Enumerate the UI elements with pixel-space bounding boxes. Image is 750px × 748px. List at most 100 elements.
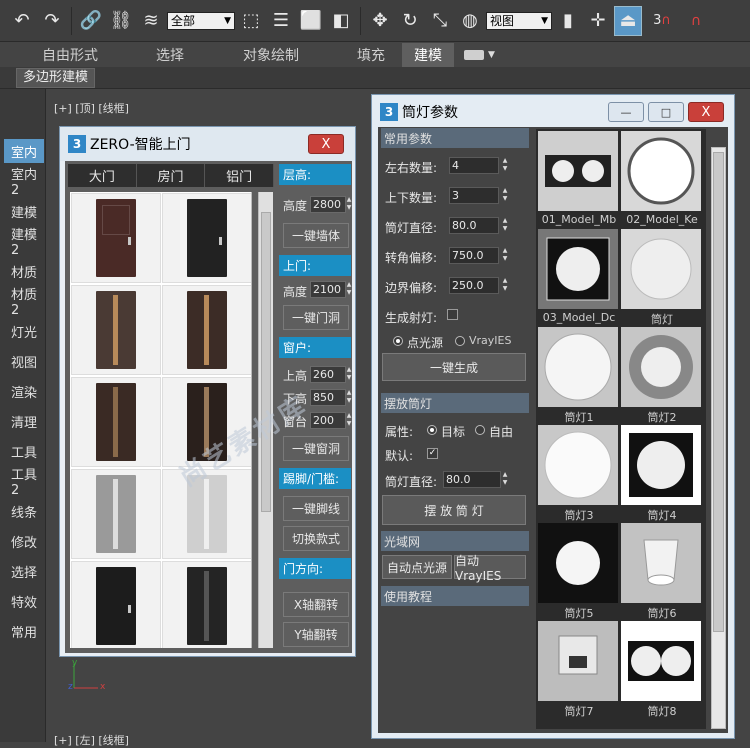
tab-object-paint[interactable]: 对象绘制 [243, 43, 357, 67]
section-tutorial[interactable]: 使用教程 [381, 586, 529, 606]
place-downlight-button[interactable]: 摆 放 筒 灯 [382, 495, 526, 525]
tab-freeform[interactable]: 自由形式 [42, 43, 156, 67]
side-item-effects[interactable]: 特效 [4, 589, 44, 613]
switch-style-button[interactable]: 切换款式 [283, 526, 349, 551]
light-thumbnail[interactable] [538, 327, 618, 407]
link-icon[interactable]: 🔗 [77, 6, 105, 36]
side-item-modify[interactable]: 修改 [4, 529, 44, 553]
one-click-wall-button[interactable]: 一键墙体 [283, 223, 349, 248]
side-item-tools[interactable]: 工具 [4, 439, 44, 463]
target-radio[interactable] [427, 425, 437, 435]
spinner-arrows-icon[interactable]: ▲ ▼ [345, 389, 353, 406]
one-click-generate-button[interactable]: 一键生成 [382, 353, 526, 381]
gen-spotlight-checkbox[interactable] [447, 309, 458, 320]
tab-room-door[interactable]: 房门 [137, 164, 206, 187]
chevron-down-icon[interactable]: ▼ [488, 50, 495, 60]
light-thumbnail[interactable] [621, 621, 701, 701]
spinner-arrows-icon[interactable]: ▲ ▼ [501, 471, 509, 488]
light-thumbnail[interactable] [621, 523, 701, 603]
undo-icon[interactable]: ↶ [8, 6, 36, 36]
scale-icon[interactable]: ⤡ [426, 6, 454, 36]
tab-aluminum-door[interactable]: 铝门 [205, 164, 275, 187]
selection-filter-dropdown[interactable]: 全部 ▼ [167, 11, 235, 30]
side-item-render[interactable]: 渲染 [4, 379, 44, 403]
spinner-arrows-icon[interactable]: ▲ ▼ [501, 187, 509, 204]
minimize-button[interactable]: — [608, 102, 644, 122]
door-thumbnail[interactable] [162, 193, 252, 283]
light-thumbnail[interactable] [621, 229, 701, 309]
scrollbar-thumb[interactable] [261, 212, 271, 512]
side-item-interior2[interactable]: 室内2 [4, 168, 44, 198]
floor-height-input[interactable]: 2800 [310, 196, 346, 213]
side-item-modeling2[interactable]: 建模2 [4, 228, 44, 258]
window-sill-input[interactable]: 200 [310, 412, 346, 429]
vrayies-radio[interactable] [455, 336, 465, 346]
auto-point-light-button[interactable]: 自动点光源 [382, 555, 452, 579]
reference-coord-dropdown[interactable]: 视图 ▼ [486, 11, 552, 30]
select-object-icon[interactable]: ⬚ [237, 6, 265, 36]
one-click-door-opening-button[interactable]: 一键门洞 [283, 305, 349, 330]
window-top-input[interactable]: 260 [310, 366, 346, 383]
one-click-skirting-button[interactable]: 一键脚线 [283, 496, 349, 521]
window-bottom-input[interactable]: 850 [310, 389, 346, 406]
place-diameter-input[interactable]: 80.0 [443, 471, 501, 488]
light-thumbnail[interactable] [538, 523, 618, 603]
door-thumbnail[interactable] [71, 193, 161, 283]
light-thumbnail[interactable] [538, 131, 618, 211]
ud-count-input[interactable]: 3 [449, 187, 499, 204]
spinner-arrows-icon[interactable]: ▲ ▼ [345, 281, 353, 298]
light-thumbnail[interactable] [621, 425, 701, 505]
light-thumbnail[interactable] [538, 425, 618, 505]
side-item-lines[interactable]: 线条 [4, 499, 44, 523]
ribbon-options-icon[interactable] [464, 50, 484, 60]
redo-icon[interactable]: ↷ [38, 6, 66, 36]
side-item-view[interactable]: 视图 [4, 349, 44, 373]
rotate-icon[interactable]: ↻ [396, 6, 424, 36]
door-thumbnail[interactable] [162, 561, 252, 648]
spinner-arrows-icon[interactable]: ▲ ▼ [501, 277, 509, 294]
viewport-label-top[interactable]: [+] [顶] [线框] [54, 100, 129, 116]
pivot-center-icon[interactable]: ▮ [554, 6, 582, 36]
spinner-arrows-icon[interactable]: ▲ ▼ [345, 412, 353, 429]
side-item-interior[interactable]: 室内 [4, 139, 44, 163]
light-thumbnail[interactable] [538, 621, 618, 701]
light-thumbnail[interactable] [621, 327, 701, 407]
light-diameter-input[interactable]: 80.0 [449, 217, 499, 234]
door-thumbnail[interactable] [162, 285, 252, 375]
keyboard-shortcut-override-icon[interactable]: ⏏ [614, 5, 642, 36]
section-photometric[interactable]: 光域网 [381, 531, 529, 551]
spinner-arrows-icon[interactable]: ▲ ▼ [345, 366, 353, 383]
side-item-tools2[interactable]: 工具2 [4, 468, 44, 498]
move-icon[interactable]: ✥ [366, 6, 394, 36]
scrollbar-thumb[interactable] [713, 152, 724, 632]
light-thumbnail[interactable] [538, 229, 618, 309]
default-checkbox[interactable]: ✓ [427, 448, 438, 459]
downlight-window-titlebar[interactable]: 3 筒灯参数 — □ X [372, 95, 734, 129]
select-by-name-icon[interactable]: ☰ [267, 6, 295, 36]
auto-vrayies-button[interactable]: 自动VrayIES [454, 554, 526, 583]
tab-populate[interactable]: 填充 [357, 43, 402, 67]
section-place-light[interactable]: 摆放筒灯 [381, 393, 529, 413]
free-radio[interactable] [475, 425, 485, 435]
side-item-cleanup[interactable]: 清理 [4, 409, 44, 433]
flip-y-button[interactable]: Y轴翻转 [283, 622, 349, 647]
door-thumbnail[interactable] [71, 561, 161, 648]
spinner-arrows-icon[interactable]: ▲ ▼ [501, 217, 509, 234]
tab-modeling[interactable]: 建模 [402, 43, 454, 67]
tab-polygon-modeling[interactable]: 多边形建模 [16, 68, 96, 88]
side-item-modeling[interactable]: 建模 [4, 199, 44, 223]
spinner-arrows-icon[interactable]: ▲ ▼ [501, 157, 509, 174]
spinner-arrows-icon[interactable]: ▲ ▼ [501, 247, 509, 264]
tab-selection[interactable]: 选择 [156, 43, 243, 67]
unlink-icon[interactable]: ⛓ [107, 6, 135, 36]
light-thumbnail[interactable] [621, 131, 701, 211]
angle-snap-icon[interactable]: ∩ [682, 6, 710, 36]
select-manipulate-icon[interactable]: ✛ [584, 6, 612, 36]
lr-count-input[interactable]: 4 [449, 157, 499, 174]
side-item-select[interactable]: 选择 [4, 559, 44, 583]
section-common-params[interactable]: 常用参数 [381, 128, 529, 148]
side-item-material[interactable]: 材质 [4, 259, 44, 283]
door-height-input[interactable]: 2100 [310, 281, 346, 298]
zero-window-titlebar[interactable]: 3 ZERO-智能上门 X [60, 127, 355, 161]
placement-icon[interactable]: ◍ [456, 6, 484, 36]
